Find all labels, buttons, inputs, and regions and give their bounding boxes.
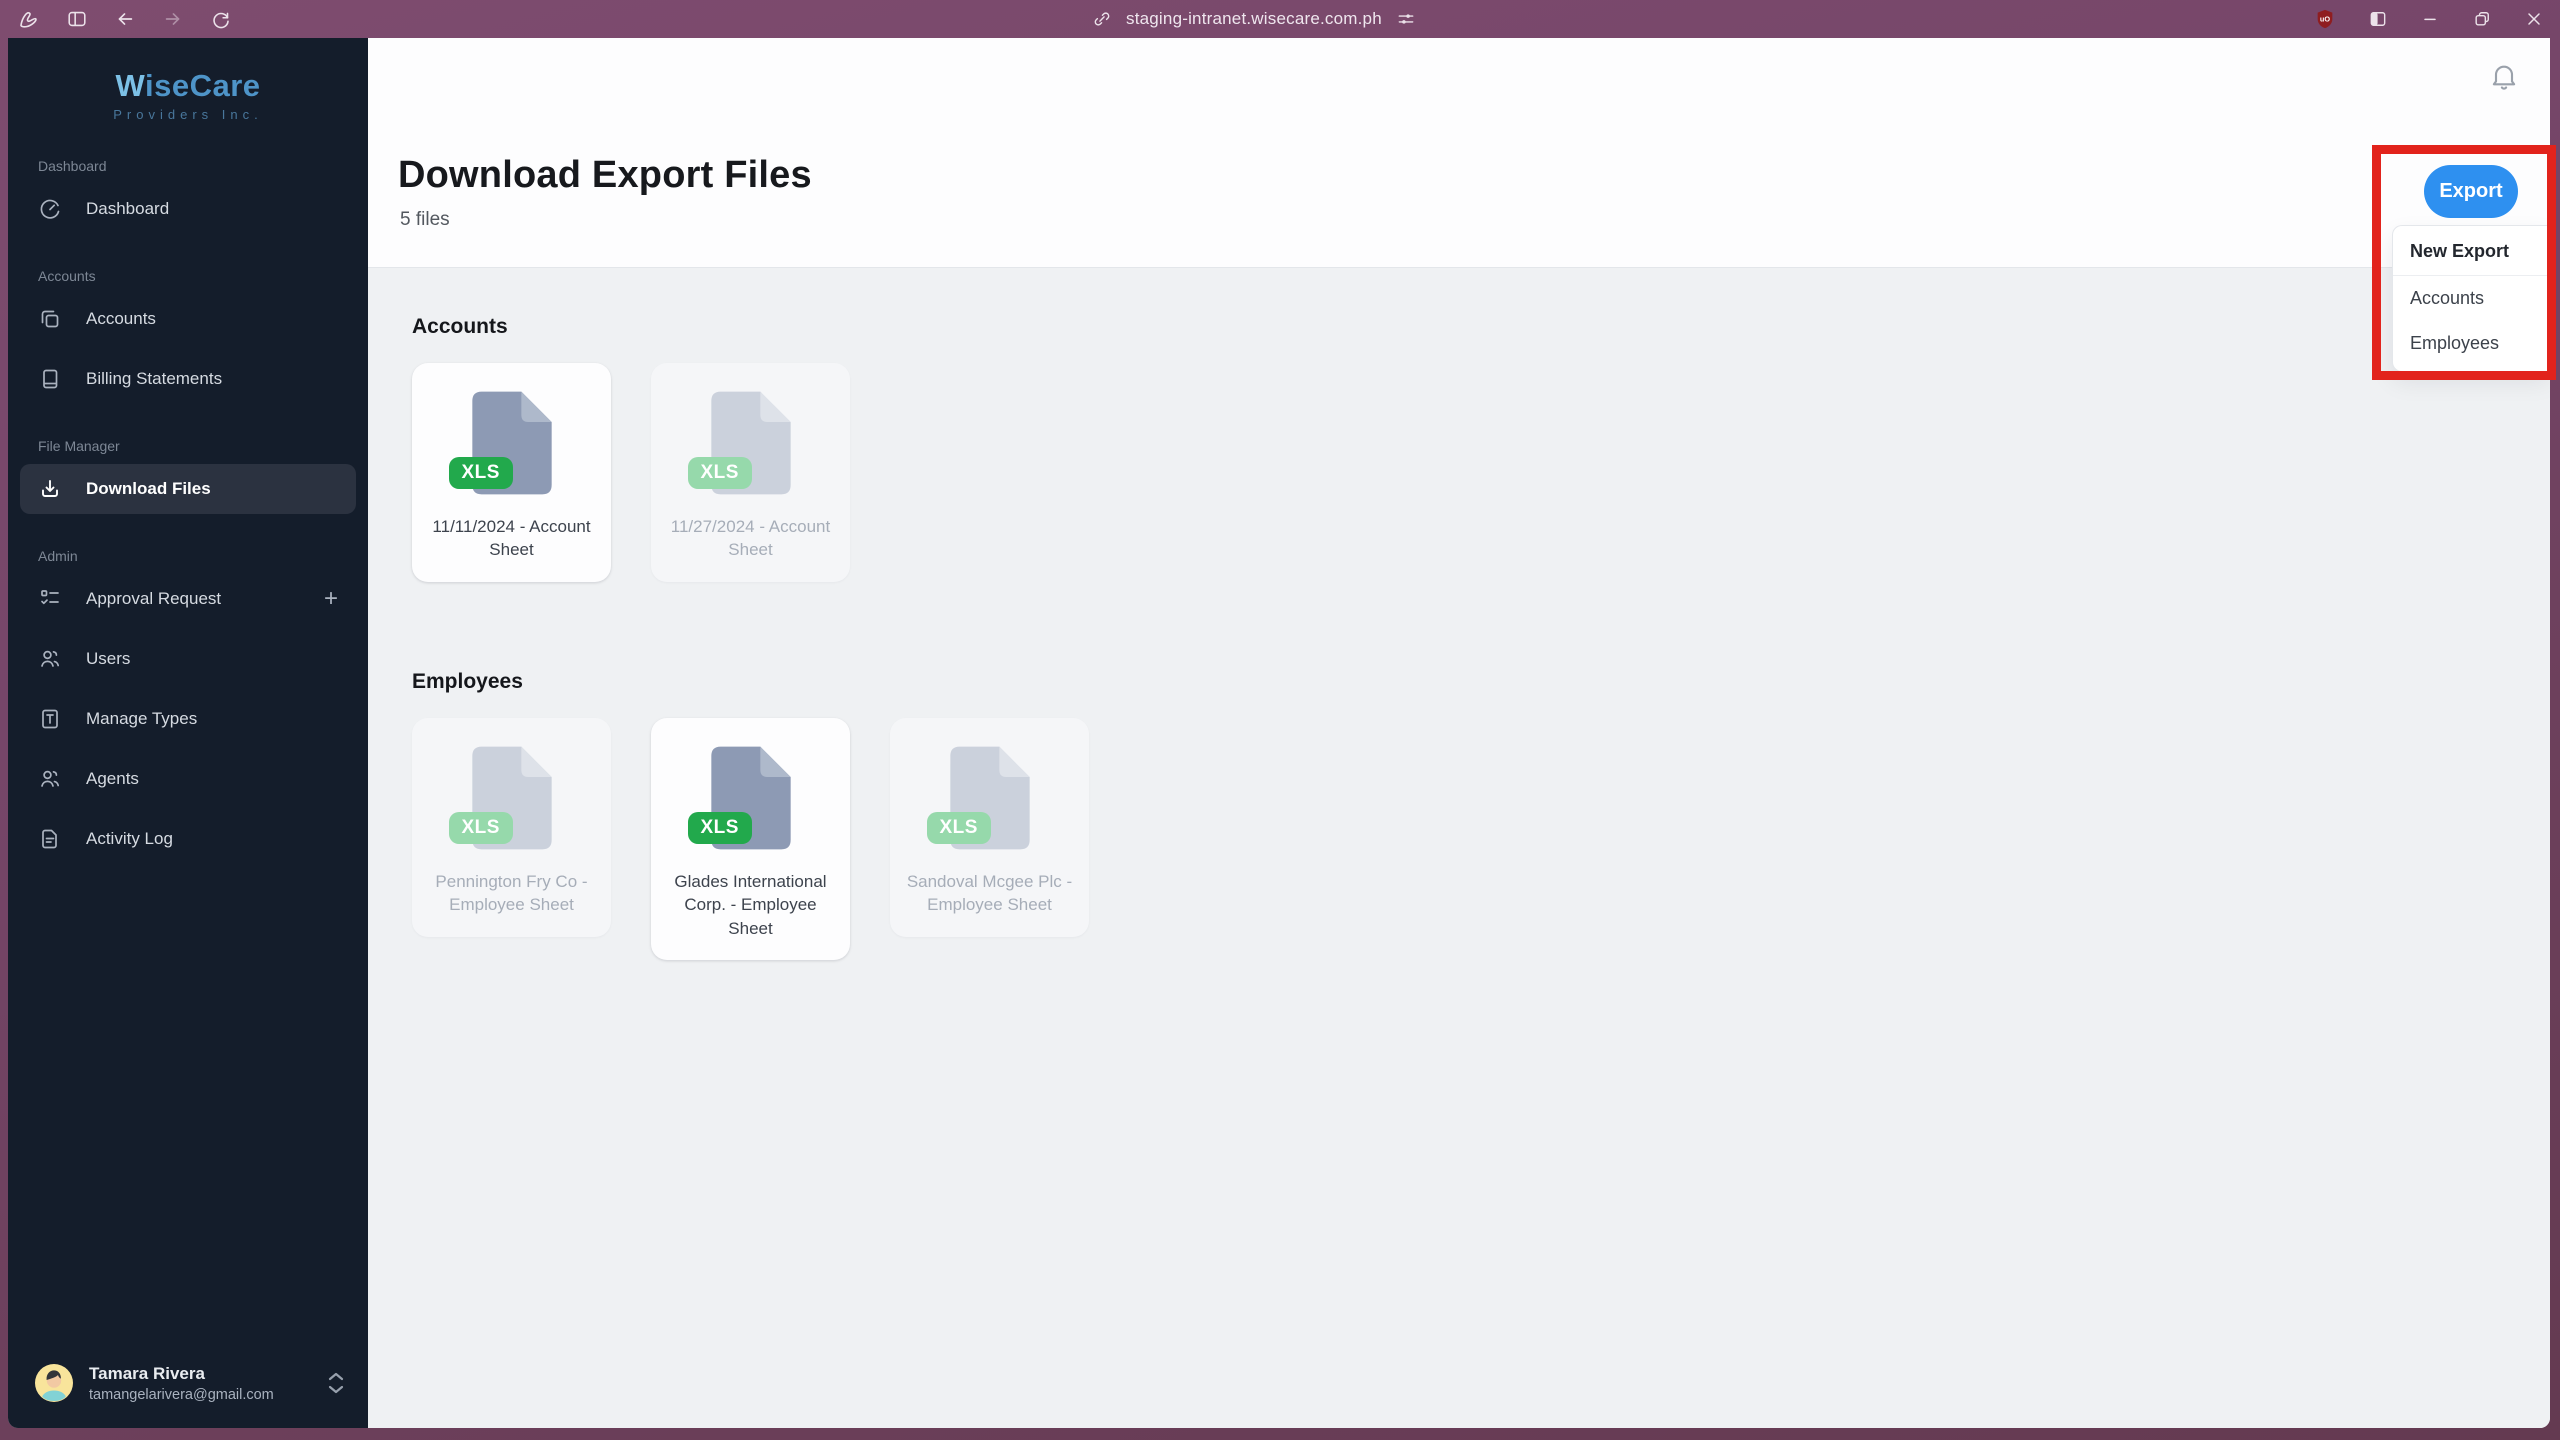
app-logo-subtitle: Providers Inc. <box>113 107 263 122</box>
section-label-accounts: Accounts <box>38 268 96 284</box>
sidebar-nav: Dashboard Dashboard Accounts Accounts Bi… <box>8 136 368 874</box>
xls-badge: XLS <box>448 811 513 844</box>
page-title: Download Export Files <box>398 154 812 196</box>
file-count: 5 files <box>400 209 450 230</box>
main-content: Download Export Files 5 files Export New… <box>368 38 2550 1428</box>
tune-icon[interactable] <box>1396 9 1416 29</box>
sidebar-item-label: Download Files <box>86 479 211 498</box>
users-icon <box>38 647 62 671</box>
plus-icon[interactable]: + <box>324 587 338 611</box>
file-card[interactable]: XLS 11/11/2024 - Account Sheet <box>412 363 611 582</box>
sidebar-item-users[interactable]: Users <box>20 634 356 684</box>
sidebar-item-accounts[interactable]: Accounts <box>20 294 356 344</box>
sidebar-item-label: Approval Request <box>86 589 222 608</box>
section-title: Accounts <box>412 315 508 338</box>
minimize-icon[interactable] <box>2420 9 2440 29</box>
xls-badge: XLS <box>687 457 752 489</box>
sidebar-item-label: Accounts <box>86 309 156 328</box>
file-icon: XLS <box>926 742 1036 854</box>
sidebar-item-label: Billing Statements <box>86 369 223 388</box>
ublock-shield-icon[interactable]: uO <box>2314 8 2336 30</box>
sidebar-item-manage-types[interactable]: Manage Types <box>20 694 356 744</box>
checklist-icon <box>38 587 62 611</box>
chevron-up-down-icon[interactable] <box>326 1370 346 1396</box>
file-name: 11/11/2024 - Account Sheet <box>432 517 591 560</box>
logo-w: W <box>115 68 145 103</box>
browser-logo-icon[interactable] <box>16 7 40 31</box>
forward-icon[interactable] <box>162 8 184 30</box>
sidebar-toggle-icon[interactable] <box>66 8 88 30</box>
page-header: Download Export Files 5 files Export <box>368 38 2550 268</box>
section-label-dashboard: Dashboard <box>38 158 107 174</box>
file-icon: XLS <box>448 742 558 854</box>
download-icon <box>38 477 62 501</box>
file-icon: XLS <box>448 387 558 499</box>
sidebar-item-label: Agents <box>86 769 139 788</box>
browser-topbar: staging-intranet.wisecare.com.ph uO <box>0 0 2560 38</box>
section-label-admin: Admin <box>38 548 78 564</box>
svg-text:uO: uO <box>2320 14 2330 23</box>
file-card[interactable]: XLS Pennington Fry Co - Employee Sheet <box>412 717 611 937</box>
back-icon[interactable] <box>114 8 136 30</box>
address-bar[interactable]: staging-intranet.wisecare.com.ph <box>1092 0 1416 38</box>
file-card[interactable]: XLS Sandoval Mcgee Plc - Employee Sheet <box>890 717 1089 937</box>
sidebar-item-download-files[interactable]: Download Files <box>20 464 356 514</box>
export-menu-item-accounts[interactable]: Accounts <box>2393 276 2550 321</box>
avatar <box>34 1363 74 1403</box>
sidebar-item-dashboard[interactable]: Dashboard <box>20 184 356 234</box>
file-name: Pennington Fry Co - Employee Sheet <box>435 871 588 915</box>
gauge-icon <box>38 197 62 221</box>
notification-bell-icon[interactable] <box>2488 60 2520 92</box>
app-logo: WiseCare Providers Inc. <box>8 68 368 122</box>
app-window: WiseCare Providers Inc. Dashboard Dashbo… <box>8 38 2550 1428</box>
export-button[interactable]: Export <box>2424 165 2518 218</box>
sidebar: WiseCare Providers Inc. Dashboard Dashbo… <box>8 38 368 1428</box>
copy-icon <box>38 307 62 331</box>
url-text: staging-intranet.wisecare.com.ph <box>1126 9 1382 28</box>
user-menu[interactable]: Tamara Rivera tamangelarivera@gmail.com <box>8 1347 368 1428</box>
file-card[interactable]: XLS Glades International Corp. - Employe… <box>651 717 850 961</box>
file-card[interactable]: XLS 11/27/2024 - Account Sheet <box>651 363 850 582</box>
sidebar-item-activity-log[interactable]: Activity Log <box>20 814 356 864</box>
restore-window-icon[interactable] <box>2472 9 2492 29</box>
employees-section: Employees XLS Pennington Fry Co - Employ… <box>412 669 2506 961</box>
sidebar-item-label: Users <box>86 649 131 668</box>
close-icon[interactable] <box>2524 9 2544 29</box>
export-dropdown-header: New Export <box>2393 226 2550 276</box>
agents-icon <box>38 767 62 791</box>
type-book-icon <box>38 707 62 731</box>
sidebar-item-approval-request[interactable]: Approval Request + <box>20 574 356 624</box>
sidebar-item-agents[interactable]: Agents <box>20 754 356 804</box>
file-text-icon <box>38 827 62 851</box>
sidebar-item-label: Dashboard <box>86 199 170 218</box>
book-icon <box>38 367 62 391</box>
file-icon: XLS <box>687 387 797 499</box>
file-name: Glades International Corp. - Employee Sh… <box>674 871 827 938</box>
section-label-file-manager: File Manager <box>38 438 120 454</box>
export-dropdown: New Export Accounts Employees <box>2392 225 2550 372</box>
xls-badge: XLS <box>448 457 513 489</box>
export-menu-item-employees[interactable]: Employees <box>2393 321 2550 371</box>
accounts-section: Accounts XLS 11/11/2024 - Account Sheet <box>412 315 2506 582</box>
xls-badge: XLS <box>926 811 991 844</box>
sidebar-item-label: Manage Types <box>86 709 198 728</box>
xls-badge: XLS <box>687 811 752 844</box>
file-icon: XLS <box>687 742 797 854</box>
split-view-icon[interactable] <box>2368 9 2388 29</box>
reload-icon[interactable] <box>210 9 231 30</box>
sidebar-item-billing-statements[interactable]: Billing Statements <box>20 354 356 404</box>
sidebar-item-label: Activity Log <box>86 829 173 848</box>
file-name: Sandoval Mcgee Plc - Employee Sheet <box>906 871 1073 915</box>
user-email: tamangelarivera@gmail.com <box>89 1386 274 1403</box>
section-title: Employees <box>412 669 523 693</box>
file-list-area: Accounts XLS 11/11/2024 - Account Sheet <box>368 269 2550 1428</box>
user-name: Tamara Rivera <box>89 1363 205 1383</box>
link-icon <box>1092 9 1112 29</box>
app-logo-title: WiseCare <box>115 68 261 103</box>
file-name: 11/27/2024 - Account Sheet <box>670 517 831 560</box>
